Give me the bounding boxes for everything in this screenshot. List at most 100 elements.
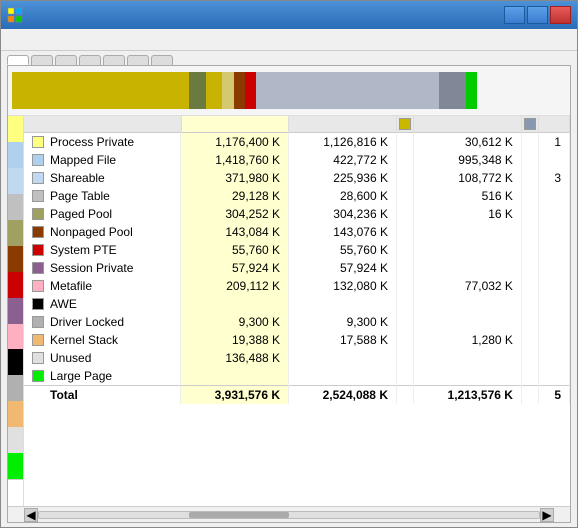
color-swatch [32, 244, 44, 256]
table-row: Shareable371,980 K225,936 K108,772 K3 [24, 169, 570, 187]
scroll-right-button[interactable]: ▶ [540, 508, 554, 522]
cell-modified [538, 205, 569, 223]
cell-spacer [521, 331, 538, 349]
cell-active: 225,936 K [289, 169, 397, 187]
cell-label: System PTE [50, 243, 117, 257]
cell-usage: Shareable [24, 169, 181, 187]
cell-active: 28,600 K [289, 187, 397, 205]
chart-segment-5 [245, 72, 256, 109]
cell-active: 143,076 K [289, 223, 397, 241]
color-swatch [32, 154, 44, 166]
tab-physical-pages[interactable] [79, 55, 101, 65]
cell-total: 304,252 K [181, 205, 288, 223]
cell-usage: Kernel Stack [24, 331, 181, 349]
cell-total: 136,488 K [181, 349, 288, 367]
menu-help[interactable] [37, 38, 53, 42]
app-icon [7, 7, 23, 23]
tab-processes[interactable] [31, 55, 53, 65]
cell-active [289, 349, 397, 367]
cell-spacer [396, 349, 413, 367]
menu-file[interactable] [5, 38, 21, 42]
cell-standby [413, 223, 521, 241]
table-container[interactable]: Process Private1,176,400 K1,126,816 K30,… [24, 116, 570, 506]
cell-total: 57,924 K [181, 259, 288, 277]
table-row: Process Private1,176,400 K1,126,816 K30,… [24, 133, 570, 152]
color-swatch [32, 262, 44, 274]
cell-active: 17,588 K [289, 331, 397, 349]
cell-total: 1,418,760 K [181, 151, 288, 169]
total-cell-standby: 1,213,576 K [413, 385, 521, 404]
cell-modified [538, 277, 569, 295]
cell-modified [538, 313, 569, 331]
cell-total: 9,300 K [181, 313, 288, 331]
cell-spacer [396, 367, 413, 385]
cell-total: 371,980 K [181, 169, 288, 187]
tab-physical-ranges[interactable] [103, 55, 125, 65]
cell-modified [538, 241, 569, 259]
tab-use-counts[interactable] [7, 55, 29, 65]
main-window: Process Private1,176,400 K1,126,816 K30,… [0, 0, 578, 528]
close-button[interactable] [550, 6, 571, 24]
cell-modified [538, 349, 569, 367]
cell-spacer [521, 349, 538, 367]
cell-spacer [396, 151, 413, 169]
cell-spacer [521, 241, 538, 259]
cell-active [289, 367, 397, 385]
cell-usage: AWE [24, 295, 181, 313]
cell-active: 57,924 K [289, 259, 397, 277]
maximize-button[interactable] [527, 6, 548, 24]
cell-modified: 1 [538, 133, 569, 152]
tab-file-summary[interactable] [127, 55, 149, 65]
cell-label: Large Page [50, 369, 112, 383]
cell-label: Metafile [50, 279, 92, 293]
table-row: Kernel Stack19,388 K17,588 K1,280 K [24, 331, 570, 349]
cell-label: Page Table [50, 189, 110, 203]
cell-standby [413, 295, 521, 313]
cell-usage: Paged Pool [24, 205, 181, 223]
cell-usage: Session Private [24, 259, 181, 277]
chart-segment-3 [222, 72, 233, 109]
cell-active: 132,080 K [289, 277, 397, 295]
cell-spacer [396, 277, 413, 295]
chart-segment-2 [206, 72, 223, 109]
cell-modified [538, 187, 569, 205]
cell-total: 19,388 K [181, 331, 288, 349]
color-swatch [32, 352, 44, 364]
chart-segment-green [466, 72, 477, 109]
horizontal-scrollbar[interactable]: ◀ ▶ [8, 506, 570, 522]
cell-modified [538, 259, 569, 277]
color-swatch [32, 226, 44, 238]
total-cell-spacer [521, 385, 538, 404]
cell-label: Kernel Stack [50, 333, 118, 347]
col-header-usage [24, 116, 181, 133]
scrollbar-track[interactable] [38, 511, 540, 519]
cell-spacer [396, 205, 413, 223]
chart-area [8, 66, 570, 116]
cell-spacer [521, 169, 538, 187]
cell-usage: Large Page [24, 367, 181, 385]
cell-total: 209,112 K [181, 277, 288, 295]
chart-segment-modified [439, 72, 467, 109]
table-row: Nonpaged Pool143,084 K143,076 K [24, 223, 570, 241]
scrollbar-thumb[interactable] [189, 512, 289, 518]
tab-priority-summary[interactable] [55, 55, 77, 65]
cell-spacer [396, 169, 413, 187]
cell-spacer [521, 259, 538, 277]
title-buttons [504, 6, 571, 24]
cell-modified: 3 [538, 169, 569, 187]
cell-standby [413, 241, 521, 259]
minimize-button[interactable] [504, 6, 525, 24]
cell-standby: 516 K [413, 187, 521, 205]
tab-file-details[interactable] [151, 55, 173, 65]
table-row: AWE [24, 295, 570, 313]
menu-empty[interactable] [21, 38, 37, 42]
cell-label: Paged Pool [50, 207, 112, 221]
data-table: Process Private1,176,400 K1,126,816 K30,… [24, 116, 570, 404]
cell-label: Mapped File [50, 153, 116, 167]
cell-usage: Driver Locked [24, 313, 181, 331]
col-header-standby-color [521, 116, 538, 133]
table-row: Driver Locked9,300 K9,300 K [24, 313, 570, 331]
scroll-left-button[interactable]: ◀ [24, 508, 38, 522]
cell-standby: 995,348 K [413, 151, 521, 169]
cell-spacer [396, 295, 413, 313]
